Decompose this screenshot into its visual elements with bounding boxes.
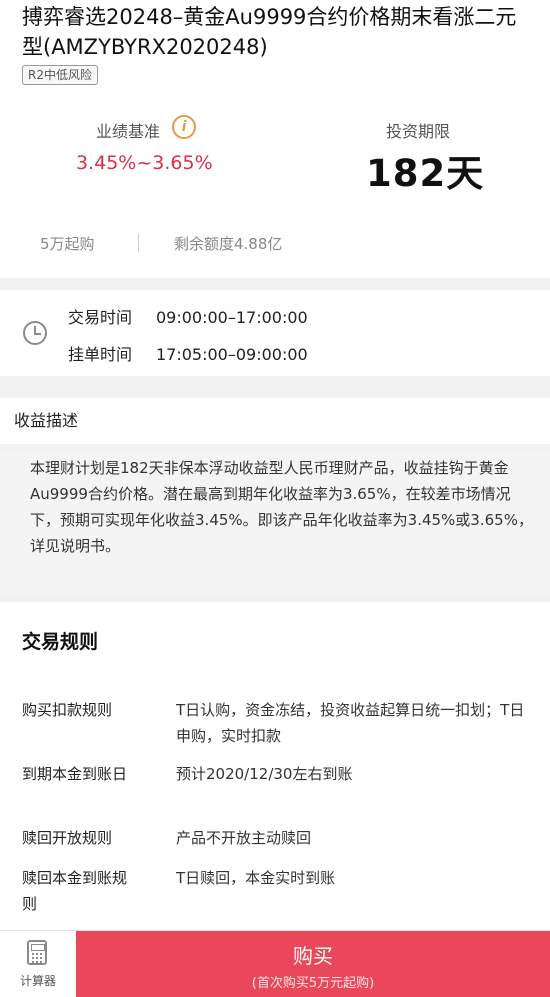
product-summary: 搏弈睿选20248–黄金Au9999合约价格期末看涨二元型(AMZYBYRX20…	[0, 0, 550, 278]
trading-time-row: 交易时间 09:00:00–17:00:00	[68, 304, 308, 328]
calculator-icon	[27, 940, 47, 965]
pending-time-value: 17:05:00–09:00:00	[156, 345, 308, 364]
calculator-button[interactable]: 计算器	[0, 931, 76, 997]
benchmark-label: 业绩基准	[96, 122, 161, 141]
investment-period-value: 182天	[366, 152, 485, 195]
clock-icon	[23, 321, 47, 345]
trading-time-value: 09:00:00–17:00:00	[156, 308, 308, 327]
buy-button[interactable]: 购买 (首次购买5万元起购)	[76, 931, 550, 997]
pending-time-label: 挂单时间	[68, 345, 133, 364]
rule-label-maturity-arrival: 到期本金到账日	[22, 765, 128, 783]
calculator-label: 计算器	[19, 974, 56, 988]
rule-label-redemption-arrival: 赎回本金到账规则	[22, 869, 128, 913]
yield-header	[0, 398, 550, 444]
rule-value-redemption-arrival: T日赎回，本金实时到账	[176, 869, 336, 887]
rule-value-purchase-deduction: T日认购，资金冻结，投资收益起算日统一扣划；T日申购，实时扣款	[176, 701, 525, 745]
yield-description-text: 本理财计划是182天非保本浮动收益型人民币理财产品，收益挂钩于黄金Au9999合…	[30, 459, 533, 555]
risk-level-badge: R2中低风险	[22, 65, 98, 85]
rule-label-redemption-open: 赎回开放规则	[22, 829, 113, 847]
divider	[138, 234, 139, 252]
bottom-action-bar: 计算器 购买 (首次购买5万元起购)	[0, 930, 550, 997]
rule-label-purchase-deduction: 购买扣款规则	[22, 701, 113, 719]
remaining-quota: 剩余额度4.88亿	[174, 235, 283, 253]
info-icon[interactable]: i	[172, 115, 196, 139]
rule-value-maturity-arrival: 预计2020/12/30左右到账	[176, 765, 353, 783]
minimum-purchase: 5万起购	[40, 235, 95, 253]
product-title: 搏弈睿选20248–黄金Au9999合约价格期末看涨二元型(AMZYBYRX20…	[22, 5, 517, 59]
trade-rules-title: 交易规则	[22, 631, 99, 653]
benchmark-value: 3.45%~3.65%	[76, 152, 213, 174]
buy-subtitle: (首次购买5万元起购)	[251, 976, 375, 991]
trading-time-label: 交易时间	[68, 308, 133, 327]
buy-label: 购买	[293, 944, 333, 968]
rule-value-redemption-open: 产品不开放主动赎回	[176, 829, 312, 847]
yield-title: 收益描述	[14, 411, 79, 430]
pending-time-row: 挂单时间 17:05:00–09:00:00	[68, 341, 308, 365]
investment-period-label: 投资期限	[386, 122, 451, 141]
